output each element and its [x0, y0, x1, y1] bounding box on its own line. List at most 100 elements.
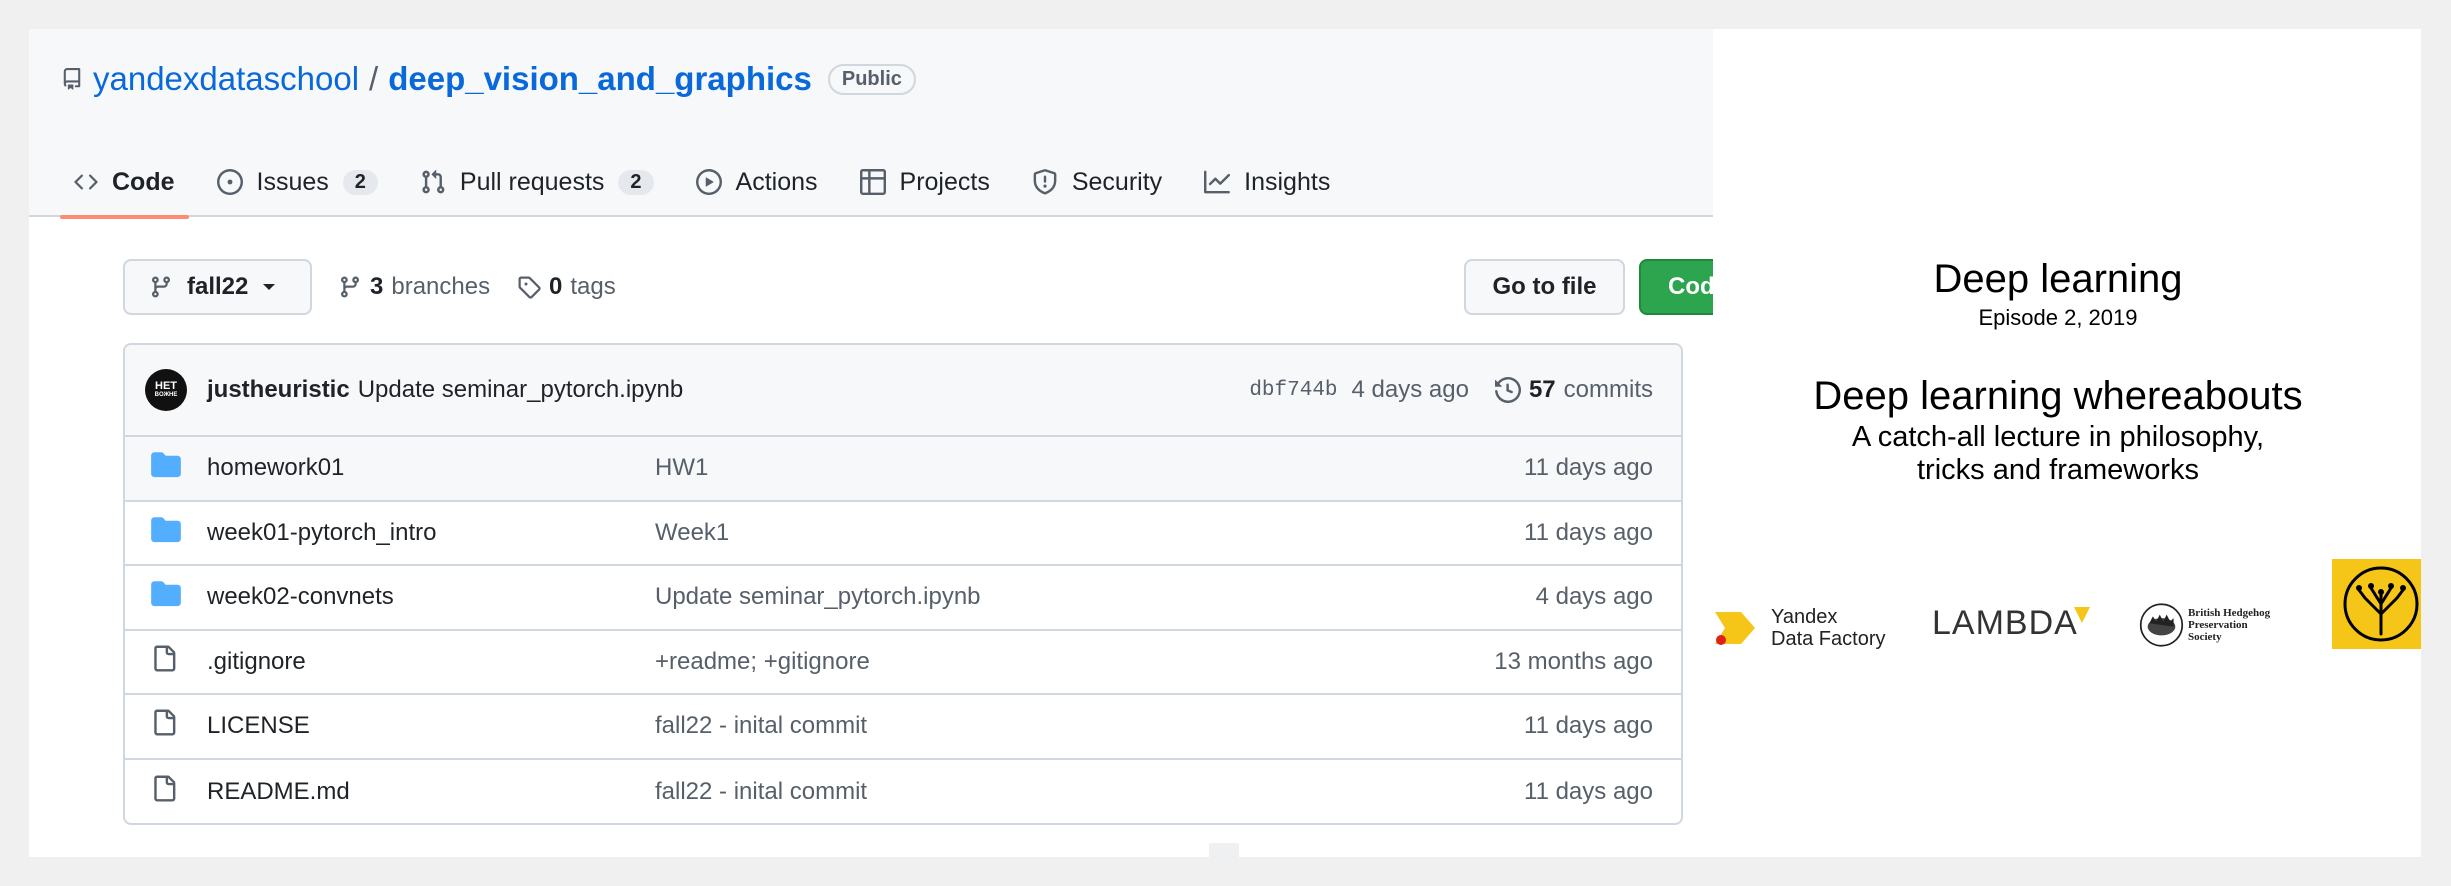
go-to-file-button[interactable]: Go to file	[1464, 259, 1625, 315]
commit-meta: dbf744b 4 days ago 57 commits	[1249, 345, 1653, 435]
branches-label: branches	[391, 273, 491, 300]
tab-projects-label: Projects	[899, 167, 990, 196]
git-branch-icon	[149, 275, 173, 299]
branches-link[interactable]: 3 branches	[338, 259, 490, 315]
tags-count: 0	[549, 273, 563, 300]
history-icon	[1494, 377, 1521, 403]
tree-circuit-icon	[2343, 566, 2419, 642]
repo-icon	[61, 66, 83, 92]
file-name-link[interactable]: week01-pytorch_intro	[207, 519, 436, 547]
git-pull-request-icon	[420, 169, 446, 195]
table-row[interactable]: README.md fall22 - inital commit 11 days…	[125, 760, 1681, 824]
commit-sha-link[interactable]: dbf744b	[1249, 379, 1337, 402]
hedgehog-society-logo: British Hedgehog Preservation Society	[2139, 595, 2271, 655]
repo-header: yandexdataschool / deep_vision_and_graph…	[29, 29, 1713, 219]
tag-icon	[517, 275, 541, 299]
file-commit-message-link[interactable]: HW1	[655, 454, 708, 482]
table-row[interactable]: LICENSE fall22 - inital commit 11 days a…	[125, 695, 1681, 760]
file-name-link[interactable]: LICENSE	[207, 712, 310, 740]
folder-icon	[151, 581, 181, 614]
file-age: 13 months ago	[1494, 647, 1653, 675]
lambda-logo: LAMBDA	[1932, 604, 2094, 643]
tab-projects[interactable]: Projects	[846, 151, 1004, 217]
screenshot-frame: yandexdataschool / deep_vision_and_graph…	[29, 29, 2421, 857]
avatar[interactable]: HET BOЖНЕ	[145, 369, 187, 411]
table-icon	[859, 169, 886, 195]
ydf-logo-line-1: Yandex	[1771, 606, 1838, 628]
yandex-data-factory-logo: Yandex Data Factory	[1715, 590, 1915, 666]
hedgehog-icon	[2139, 603, 2184, 647]
file-name-link[interactable]: week02-convnets	[207, 583, 394, 611]
tab-pull-requests[interactable]: Pull requests 2	[406, 151, 668, 217]
git-branch-icon	[338, 275, 362, 299]
table-row[interactable]: homework01 HW1 11 days ago	[125, 437, 1681, 502]
tab-issues-label: Issues	[256, 167, 329, 196]
avatar-subtext: BOЖНЕ	[154, 392, 178, 398]
repo-name-link[interactable]: deep_vision_and_graphics	[388, 60, 812, 98]
file-commit-message-link[interactable]: Update seminar_pytorch.ipynb	[655, 583, 981, 611]
current-branch-label: fall22	[187, 273, 249, 300]
tab-issues[interactable]: Issues 2	[203, 151, 392, 217]
visibility-badge: Public	[827, 63, 916, 95]
repo-title: yandexdataschool / deep_vision_and_graph…	[61, 57, 916, 101]
commit-message-link[interactable]: Update seminar_pytorch.ipynb	[358, 376, 684, 404]
issue-opened-icon	[216, 169, 243, 195]
commits-count: 57	[1528, 376, 1556, 403]
slide-episode: Episode 2, 2019	[1978, 305, 2138, 330]
tab-insights-label: Insights	[1244, 167, 1331, 196]
file-name-link[interactable]: .gitignore	[207, 648, 306, 676]
ydf-logo-text: Yandex Data Factory	[1771, 606, 1885, 650]
tags-link[interactable]: 0 tags	[517, 259, 616, 315]
file-icon	[151, 774, 177, 809]
folder-icon	[151, 452, 181, 485]
commit-author-link[interactable]: justheuristic	[207, 376, 350, 404]
file-icon	[151, 709, 177, 744]
file-commit-message-link[interactable]: fall22 - inital commit	[655, 712, 867, 740]
file-age: 11 days ago	[1524, 454, 1653, 482]
commits-label: commits	[1563, 376, 1653, 403]
tab-code[interactable]: Code	[60, 151, 189, 219]
commits-history-link[interactable]: 57 commits	[1494, 376, 1653, 404]
file-commit-message-link[interactable]: +readme; +gitignore	[655, 648, 870, 676]
scroll-handle[interactable]	[1209, 843, 1239, 857]
repo-nav-tabs: Code Issues 2 Pull requests 2 Actions Pr…	[60, 151, 1358, 219]
lambda-logo-text: LAMBDA	[1932, 604, 2078, 642]
tree-logo	[2332, 559, 2421, 649]
file-name-link[interactable]: README.md	[207, 778, 350, 806]
hedgehog-logo-line-2: Preservation Society	[2187, 619, 2248, 643]
caret-down-icon	[262, 282, 276, 292]
branch-select-button[interactable]: fall22	[123, 259, 312, 315]
graph-icon	[1204, 169, 1231, 195]
file-navigation-bar: fall22 3 branches 0 tags Go to file Code	[123, 259, 1777, 315]
tab-insights[interactable]: Insights	[1190, 151, 1344, 217]
commit-age: 4 days ago	[1351, 376, 1469, 403]
table-row[interactable]: week02-convnets Update seminar_pytorch.i…	[125, 566, 1681, 631]
file-browser: HET BOЖНЕ justheuristic Update seminar_p…	[123, 343, 1683, 825]
repo-owner-link[interactable]: yandexdataschool	[93, 60, 359, 98]
file-commit-message-link[interactable]: fall22 - inital commit	[655, 778, 867, 806]
tab-actions-label: Actions	[735, 167, 818, 196]
issues-counter: 2	[342, 169, 378, 195]
slide-subtitle-line-2: tricks and frameworks	[1916, 454, 2199, 486]
tab-security[interactable]: Security	[1018, 151, 1176, 217]
tab-actions[interactable]: Actions	[682, 151, 832, 217]
code-icon	[74, 170, 98, 194]
shield-icon	[1032, 169, 1058, 195]
branches-count: 3	[370, 273, 384, 300]
table-row[interactable]: .gitignore +readme; +gitignore 13 months…	[125, 631, 1681, 695]
file-commit-message-link[interactable]: Week1	[655, 519, 729, 547]
lambda-mark-icon	[2073, 606, 2090, 623]
tab-security-label: Security	[1071, 167, 1163, 196]
ydf-mark-icon	[1715, 612, 1755, 645]
lecture-slide: Deep learning Episode 2, 2019 Deep learn…	[1713, 29, 2421, 857]
hedgehog-logo-text: British Hedgehog Preservation Society	[2188, 607, 2271, 643]
folder-icon	[151, 516, 181, 549]
slide-title: Deep learning	[1933, 257, 2183, 301]
file-age: 11 days ago	[1524, 712, 1653, 740]
file-age: 11 days ago	[1524, 777, 1653, 805]
play-icon	[695, 169, 722, 195]
file-name-link[interactable]: homework01	[207, 454, 344, 482]
table-row[interactable]: week01-pytorch_intro Week1 11 days ago	[125, 502, 1681, 566]
pull-requests-counter: 2	[618, 169, 654, 195]
repo-path-separator: /	[369, 60, 379, 97]
